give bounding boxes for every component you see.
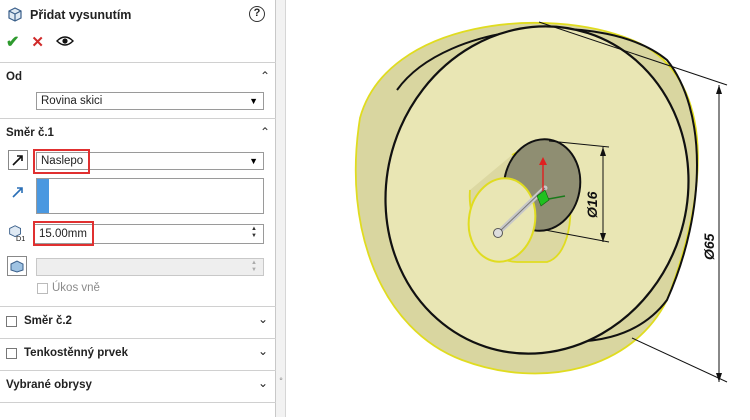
dim-arrow-icon [716, 85, 722, 94]
collapse-grip-icon[interactable]: ◦ [277, 372, 285, 388]
depth-d1-icon: D1 [6, 223, 26, 243]
divider [0, 306, 276, 307]
direction-selection-box[interactable] [36, 178, 264, 214]
chevron-down-icon[interactable]: ⌄ [258, 376, 268, 390]
highlight-box-depth [33, 221, 94, 246]
divider [0, 118, 276, 119]
action-bar: ✔ ✕ [6, 32, 74, 52]
thin-feature-checkbox[interactable] [6, 348, 17, 359]
panel-splitter[interactable] [276, 0, 286, 417]
chevron-down-icon[interactable]: ⌄ [258, 344, 268, 358]
start-condition-value: Rovina skici [41, 95, 103, 107]
draft-outward-checkbox [37, 283, 48, 294]
selection-accent [37, 179, 49, 213]
property-manager: Přidat vysunutím ? ✔ ✕ Od ⌃ Rovina skici… [0, 0, 276, 417]
spin-arrows-icon[interactable]: ▲ ▼ [247, 226, 261, 242]
dropdown-arrow-icon: ▼ [249, 156, 258, 166]
graphics-area[interactable]: Ø16 Ø65 [287, 0, 750, 417]
chevron-down-icon[interactable]: ⌄ [258, 312, 268, 326]
panel-title: Přidat vysunutím [30, 8, 132, 22]
divider [0, 338, 276, 339]
dim-small-label[interactable]: Ø16 [584, 191, 600, 218]
section-direction1-header[interactable]: Směr č.1 ⌃ [0, 122, 276, 146]
section-thin-feature-label: Tenkostěnný prvek [24, 347, 128, 359]
direction2-checkbox[interactable] [6, 316, 17, 327]
model-view[interactable]: Ø16 Ø65 [287, 0, 750, 417]
cancel-button[interactable]: ✕ [31, 33, 44, 51]
divider [0, 402, 276, 403]
section-direction1-label: Směr č.1 [6, 127, 54, 139]
draft-outward-label: Úkos vně [52, 282, 100, 294]
ok-button[interactable]: ✔ [6, 32, 19, 52]
spin-arrows-icon: ▲ ▼ [251, 260, 257, 273]
section-od-header[interactable]: Od ⌃ [0, 66, 276, 90]
help-icon[interactable]: ? [249, 6, 265, 22]
draft-angle-input: ▲ ▼ [36, 258, 264, 276]
direction-vector-icon [8, 182, 28, 202]
panel-header: Přidat vysunutím [6, 4, 131, 26]
divider [0, 370, 276, 371]
section-selected-contours-label[interactable]: Vybrané obrysy [6, 379, 92, 391]
highlight-box-end-condition [33, 149, 90, 174]
chevron-up-icon[interactable]: ⌃ [260, 69, 270, 83]
section-direction2-label: Směr č.2 [24, 315, 72, 327]
dim-large-extension-bottom [631, 337, 728, 383]
extrude-feature-icon [6, 5, 24, 26]
reverse-direction-icon[interactable] [8, 150, 28, 170]
drag-handle-ball[interactable] [493, 228, 503, 238]
draft-icon[interactable] [7, 256, 27, 276]
dim-large-label[interactable]: Ø65 [701, 233, 717, 260]
divider [0, 62, 276, 63]
svg-text:D1: D1 [16, 234, 25, 243]
preview-eye-icon[interactable] [55, 35, 74, 50]
start-condition-dropdown[interactable]: Rovina skici ▼ [36, 92, 264, 110]
section-od-label: Od [6, 71, 22, 83]
dropdown-arrow-icon: ▼ [249, 96, 258, 106]
chevron-up-icon[interactable]: ⌃ [260, 125, 270, 139]
